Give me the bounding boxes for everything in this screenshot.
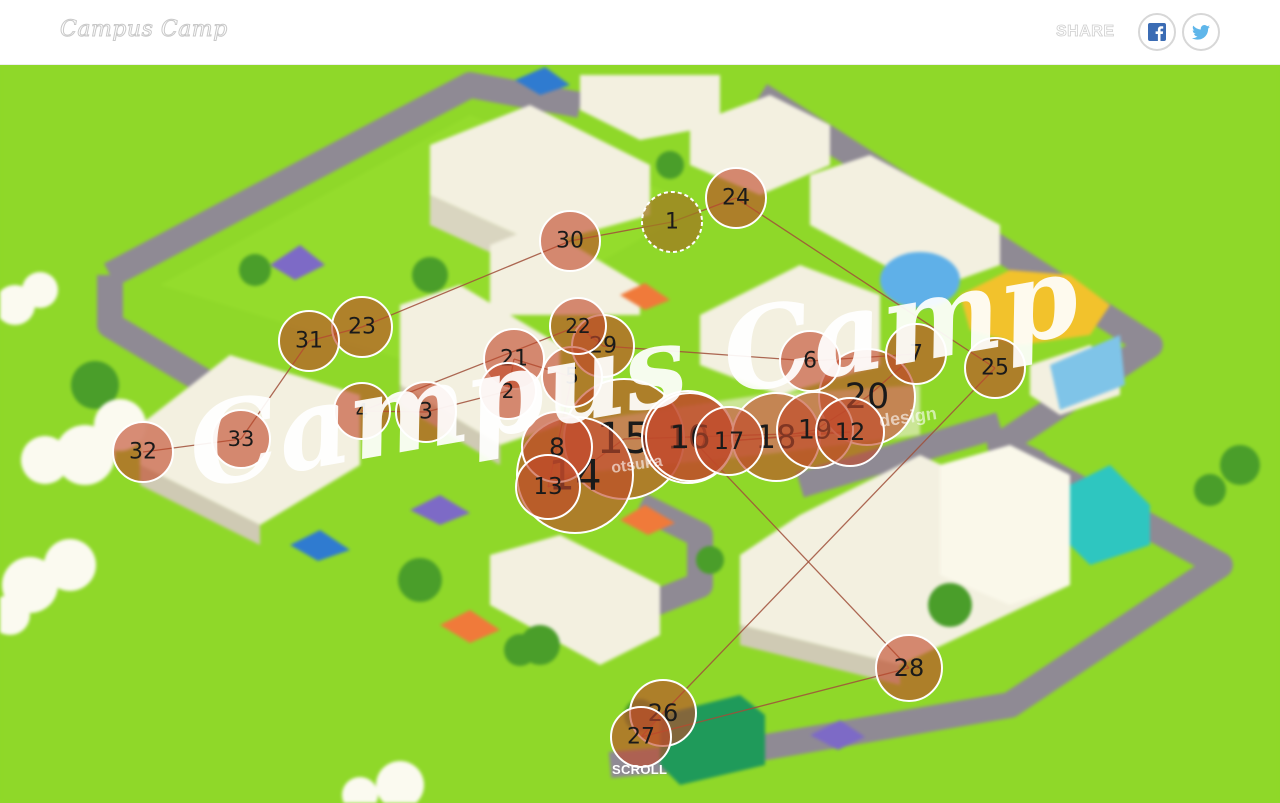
heatmap-point-25[interactable]: 25	[964, 337, 1026, 399]
twitter-icon	[1192, 24, 1210, 40]
scroll-indicator[interactable]: SCROLL	[612, 762, 667, 777]
heatmap-point-label: 23	[348, 315, 376, 340]
heatmap-path-segment	[361, 240, 571, 328]
facebook-icon	[1148, 23, 1166, 41]
heatmap-point-6[interactable]: 6	[779, 330, 841, 392]
site-header: Campus Camp SHARE	[0, 0, 1280, 65]
heatmap-point-30[interactable]: 30	[539, 210, 601, 272]
heatmap-point-label: 31	[295, 329, 323, 354]
heatmap-point-label: 33	[228, 427, 255, 451]
heatmap-point-13[interactable]: 13	[515, 454, 581, 520]
heatmap-point-27[interactable]: 27	[610, 706, 672, 768]
twitter-share-button[interactable]	[1182, 13, 1220, 51]
heatmap-point-label: 7	[909, 342, 923, 367]
heatmap-point-32[interactable]: 32	[112, 421, 174, 483]
heatmap-point-7[interactable]: 7	[885, 323, 947, 385]
heatmap-point-33[interactable]: 33	[211, 409, 271, 469]
heatmap-point-28[interactable]: 28	[875, 634, 943, 702]
heatmap-point-label: 12	[835, 418, 866, 446]
heatmap-point-label: 30	[556, 229, 584, 254]
heatmap-point-24[interactable]: 24	[705, 167, 767, 229]
heatmap-point-label: 6	[803, 349, 817, 374]
heatmap-point-label: 25	[981, 356, 1009, 381]
heatmap-point-label: 28	[894, 654, 925, 682]
heatmap-point-3[interactable]: 3	[395, 381, 457, 443]
heatmap-point-4[interactable]: 4	[333, 382, 391, 440]
heatmap-point-23[interactable]: 23	[331, 296, 393, 358]
heatmap-point-label: 32	[129, 440, 157, 465]
heatmap-point-label: 24	[722, 186, 750, 211]
gaze-heatmap: 1514201016181981217262813291356721232425…	[112, 167, 1026, 768]
heatmap-point-label: 27	[627, 725, 655, 750]
heatmap-point-label: 3	[419, 400, 433, 425]
heatmap-point-5[interactable]: 5	[541, 346, 603, 408]
heatmap-point-17[interactable]: 17	[694, 406, 764, 476]
heatmap-point-label: 22	[565, 314, 590, 338]
site-logo[interactable]: Campus Camp	[60, 17, 228, 43]
heatmap-point-label: 2	[502, 379, 515, 403]
share-label: SHARE	[1056, 23, 1115, 41]
heatmap-point-31[interactable]: 31	[278, 310, 340, 372]
heatmap-point-label: 1	[665, 210, 679, 235]
heatmap-point-2[interactable]: 2	[479, 362, 537, 420]
facebook-share-button[interactable]	[1138, 13, 1176, 51]
heatmap-point-label: 13	[533, 474, 562, 500]
heatmap-point-22[interactable]: 22	[549, 297, 607, 355]
heatmap-point-label: 5	[565, 365, 579, 390]
heatmap-point-label: 17	[714, 427, 745, 455]
heatmap-point-label: 4	[356, 399, 369, 423]
heatmap-path-segment	[735, 197, 996, 369]
heatmap-point-1[interactable]: 1	[641, 191, 703, 253]
heatmap-point-12[interactable]: 12	[815, 397, 885, 467]
campus-map-scene[interactable]: 1514201016181981217262813291356721232425…	[0, 65, 1280, 803]
